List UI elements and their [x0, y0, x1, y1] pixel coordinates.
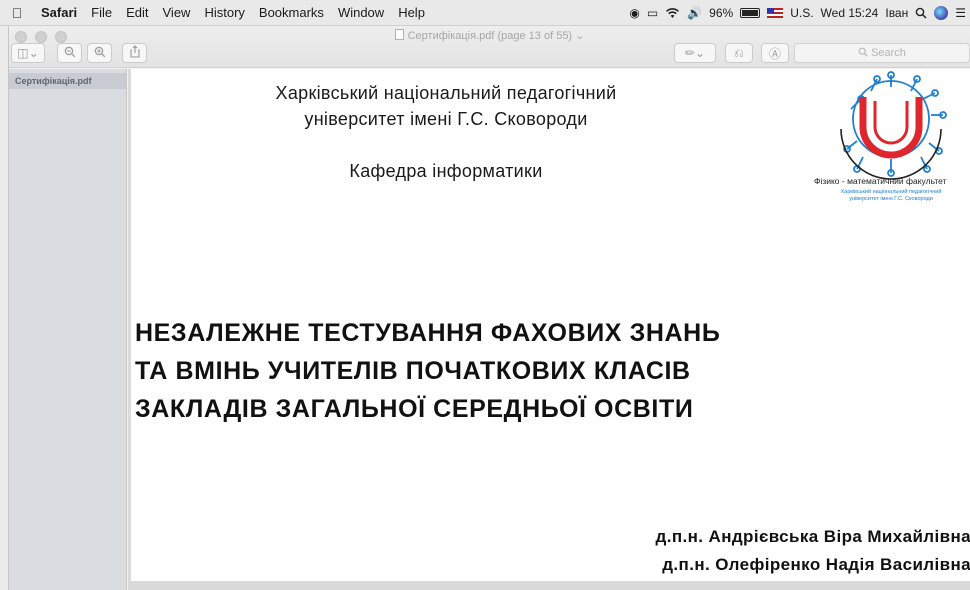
spotlight-icon[interactable] [915, 7, 927, 19]
zoom-out-button[interactable] [57, 43, 82, 63]
logo-caption: Фізико - математичний факультет [814, 176, 947, 186]
main-title-line3: ЗАКЛАДІВ ЗАГАЛЬНОЇ СЕРЕДНЬОЇ ОСВІТИ [135, 395, 694, 423]
main-title-line2: ТА ВМІНЬ УЧИТЕЛІВ ПОЧАТКОВИХ КЛАСІВ [135, 357, 691, 385]
sidebar: Сертифікація.pdf [9, 69, 127, 590]
desktop:  Safari File Edit View History Bookmark… [0, 0, 970, 590]
author-2: д.п.н. Олефіренко Надія Василівна [662, 555, 970, 574]
menu-view[interactable]: View [156, 5, 198, 20]
department-name: Кафедра інформатики [349, 161, 543, 181]
menu-help[interactable]: Help [391, 5, 432, 20]
menu-file[interactable]: File [84, 5, 119, 20]
university-name-line2: університет імені Г.С. Сковороди [304, 109, 588, 129]
markup-button[interactable]: ✏⌄ [674, 43, 716, 63]
search-icon [858, 47, 868, 60]
sidebar-toggle-button[interactable]: ◫⌄ [11, 43, 45, 63]
input-source-label[interactable]: U.S. [790, 6, 813, 20]
zoom-in-button[interactable] [87, 43, 112, 63]
menu-bar:  Safari File Edit View History Bookmark… [0, 0, 970, 26]
screen-mirror-icon[interactable]: ▭ [647, 6, 658, 20]
notification-center-icon[interactable]: ☰ [955, 6, 966, 20]
zoom-in-icon [94, 46, 106, 61]
status-area: ◉ ▭ 🔊 96% U.S. Wed 15:24 Іван ☰ [629, 0, 966, 26]
wifi-icon[interactable] [665, 7, 680, 19]
pdf-file-icon [394, 29, 404, 40]
menu-app-name[interactable]: Safari [34, 5, 84, 20]
menu-edit[interactable]: Edit [119, 5, 155, 20]
university-name-line1: Харківський національний педагогічний [275, 83, 617, 103]
screen-record-icon[interactable]: ◉ [629, 6, 639, 20]
zoom-out-icon [64, 46, 76, 61]
document-view[interactable]: Харківський національний педагогічний ун… [128, 69, 970, 590]
share-button[interactable] [122, 43, 147, 63]
share-icon [129, 45, 141, 61]
author-1: д.п.н. Андрієвська Віра Михайлівна [655, 527, 970, 546]
window-titlebar: Сертифікація.pdf (page 13 of 55) ⌄ ◫⌄ ✏⌄… [9, 26, 970, 68]
annotate-button[interactable]: Ⓐ [761, 43, 789, 63]
rotate-button[interactable]: ⎌ [725, 43, 753, 63]
logo-subcaption: Харківський національний педагогічний ун… [831, 189, 951, 202]
sidebar-toggle-icon: ◫⌄ [17, 46, 39, 60]
document-window: Сертифікація.pdf (page 13 of 55) ⌄ ◫⌄ ✏⌄… [8, 26, 970, 590]
menu-window[interactable]: Window [331, 5, 391, 20]
window-title-text: Сертифікація.pdf (page 13 of 55) [407, 30, 573, 42]
chevron-down-icon[interactable]: ⌄ [572, 30, 584, 42]
siri-icon[interactable] [934, 6, 949, 20]
rotate-icon: ⎌ [734, 45, 744, 60]
markup-pen-icon: ✏⌄ [684, 46, 706, 60]
flag-icon [767, 8, 784, 18]
apple-icon[interactable]:  [0, 5, 34, 21]
clock[interactable]: Wed 15:24 [821, 6, 879, 20]
battery-level [742, 10, 758, 16]
volume-icon[interactable]: 🔊 [687, 6, 702, 20]
main-title-line1: НЕЗАЛЕЖНЕ ТЕСТУВАННЯ ФАХОВИХ ЗНАНЬ [135, 319, 721, 347]
page-gap [128, 581, 970, 590]
pdf-page: Харківський національний педагогічний ун… [131, 69, 970, 581]
battery-icon[interactable] [740, 8, 761, 18]
battery-percent: 96% [709, 6, 734, 20]
menu-bookmarks[interactable]: Bookmarks [252, 5, 331, 20]
window-title: Сертифікація.pdf (page 13 of 55) ⌄ [9, 29, 970, 42]
sidebar-item-document[interactable]: Сертифікація.pdf [9, 73, 126, 89]
logo-subcaption-line2: університет імені Г.С. Сковороди [849, 195, 933, 202]
search-input[interactable]: Search [794, 43, 970, 63]
user-name[interactable]: Іван [885, 6, 908, 20]
menu-history[interactable]: History [197, 5, 251, 20]
search-placeholder: Search [871, 47, 906, 59]
logo-subcaption-line1: Харківський національний педагогічний [840, 189, 942, 195]
annotate-icon: Ⓐ [768, 46, 781, 61]
